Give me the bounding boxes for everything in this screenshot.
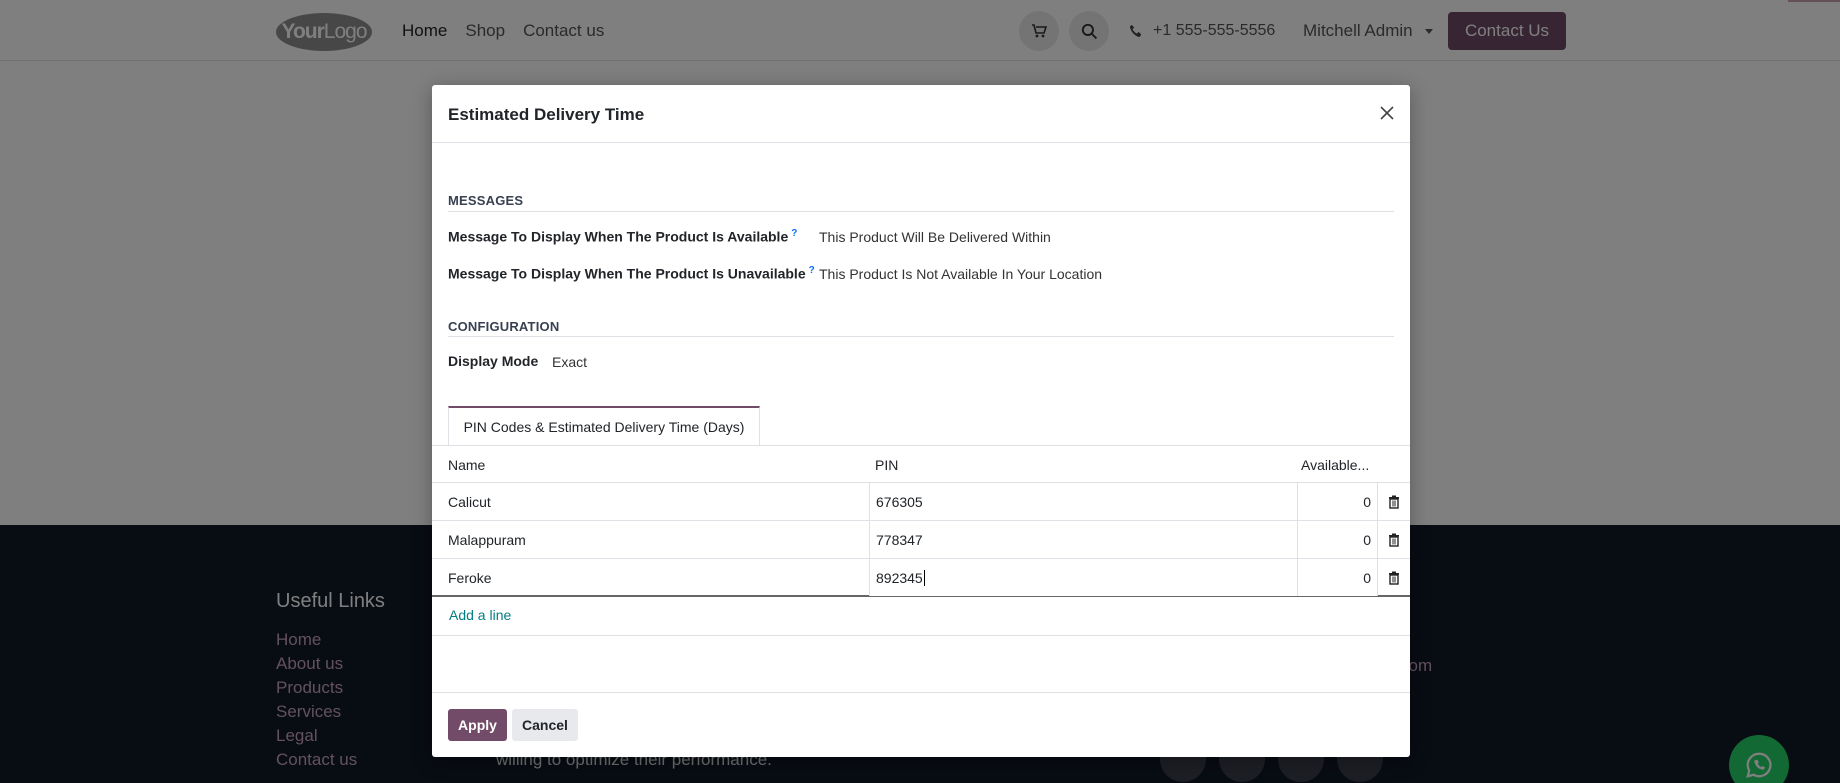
modal-footer-divider [432, 692, 1410, 693]
close-icon [1380, 106, 1394, 120]
delete-row-button[interactable] [1377, 483, 1410, 520]
table-row[interactable]: Malappuram 778347 0 [432, 521, 1410, 559]
cell-name[interactable]: Calicut [448, 483, 858, 520]
modal-title: Estimated Delivery Time [448, 105, 645, 124]
text-cursor [923, 569, 925, 586]
column-header-available[interactable]: Available... [1301, 457, 1369, 473]
available-message-field[interactable]: This Product Will Be Delivered Within [819, 229, 1051, 245]
column-header-pin[interactable]: PIN [875, 457, 898, 473]
messages-section-title: MESSAGES [448, 193, 524, 208]
cell-name[interactable]: Feroke [448, 559, 858, 596]
section-divider [448, 336, 1394, 337]
available-message-label: Message To Display When The Product Is A… [448, 228, 798, 245]
tab-divider [432, 445, 1410, 446]
pin-input[interactable]: 892345 [869, 559, 1299, 596]
delete-row-button[interactable] [1377, 521, 1410, 558]
table-footer-divider [432, 635, 1410, 636]
close-button[interactable] [1376, 102, 1398, 124]
display-mode-label: Display Mode [448, 353, 539, 369]
cell-pin[interactable]: 676305 [869, 483, 1299, 520]
cell-available[interactable]: 0 [1297, 521, 1377, 558]
unavailable-message-label: Message To Display When The Product Is U… [448, 265, 815, 282]
trash-icon [1389, 571, 1399, 585]
apply-button[interactable]: Apply [448, 709, 507, 741]
help-icon[interactable]: ? [791, 228, 797, 239]
delete-row-button[interactable] [1377, 559, 1410, 596]
add-line-link[interactable]: Add a line [449, 607, 511, 623]
estimated-delivery-dialog: Estimated Delivery Time MESSAGES Message… [432, 85, 1410, 757]
unavailable-message-field[interactable]: This Product Is Not Available In Your Lo… [819, 266, 1102, 282]
trash-icon [1389, 533, 1399, 547]
cell-name[interactable]: Malappuram [448, 521, 858, 558]
cancel-button[interactable]: Cancel [512, 709, 578, 741]
trash-icon [1389, 495, 1399, 509]
cell-pin[interactable]: 778347 [869, 521, 1299, 558]
cell-available[interactable]: 0 [1297, 483, 1377, 520]
table-row[interactable]: Calicut 676305 0 [432, 483, 1410, 521]
modal-header: Estimated Delivery Time [432, 85, 1410, 143]
display-mode-field[interactable]: Exact [552, 354, 587, 370]
section-divider [448, 211, 1394, 212]
table-row-editing[interactable]: Feroke 892345 0 [432, 559, 1410, 597]
help-icon[interactable]: ? [809, 265, 815, 276]
tab-pin-codes[interactable]: PIN Codes & Estimated Delivery Time (Day… [448, 406, 760, 446]
available-input[interactable]: 0 [1297, 559, 1377, 596]
column-header-name[interactable]: Name [448, 457, 485, 473]
configuration-section-title: CONFIGURATION [448, 319, 560, 334]
